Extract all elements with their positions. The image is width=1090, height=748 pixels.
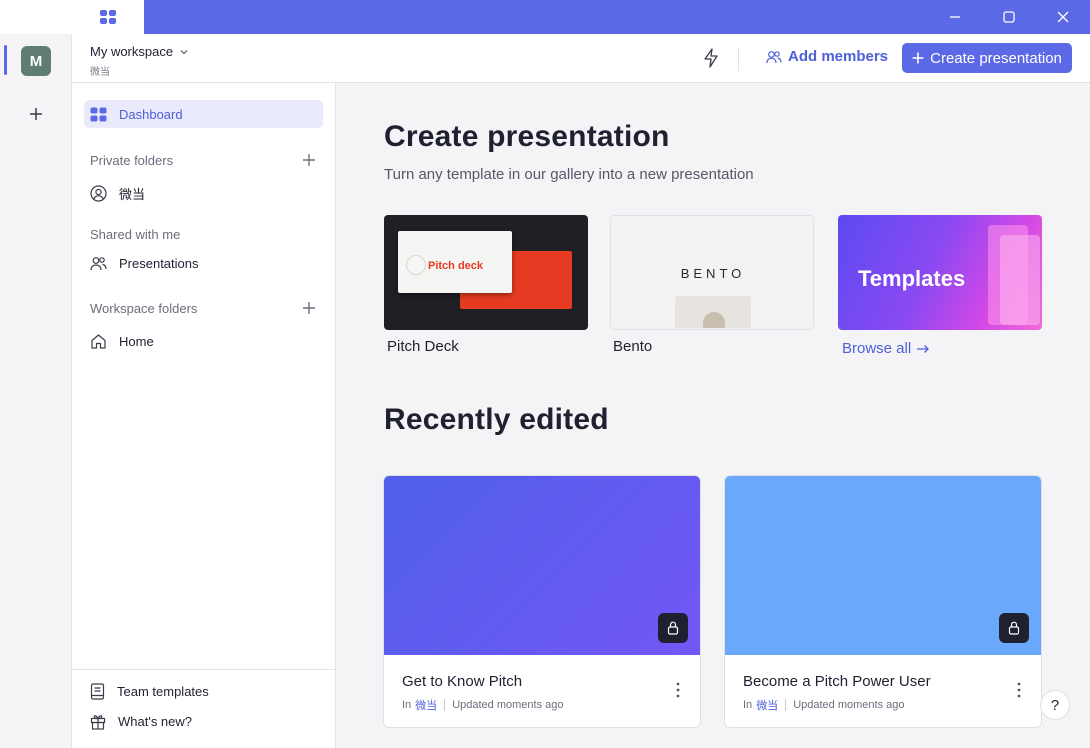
presentation-cover [384,476,700,655]
thumb-white-slide: Pitch deck [398,231,512,293]
create-presentation-label: Create presentation [930,49,1062,67]
template-book-icon [90,682,105,700]
plus-icon [912,52,924,64]
plus-icon [30,108,42,120]
browse-all-link[interactable]: Browse all [842,340,930,357]
sidebar-item-whats-new[interactable]: What's new? [84,707,323,735]
browse-all-label: Browse all [842,340,912,357]
thumb-decoration [703,312,725,328]
sidebar-divider [72,669,335,670]
presentation-meta: In 微当 Updated moments ago [402,697,563,713]
dashboard-tab[interactable] [72,0,144,34]
template-card-pitch-deck[interactable]: Pitch deck Pitch Deck [384,215,588,355]
template-card-bento[interactable]: BENTO Bento [610,215,814,355]
workspace-switcher[interactable]: My workspace [90,44,189,59]
workspace-name: My workspace [90,44,174,59]
sidebar-item-label: 微当 [119,186,146,202]
thumb-title: Pitch deck [428,260,484,272]
recent-presentation-card[interactable]: Become a Pitch Power User In 微当 Updated … [724,475,1042,728]
user-circle-icon [90,184,107,202]
grid-icon [90,107,107,121]
template-thumbnail: Pitch deck [384,215,588,330]
minimize-icon [950,16,960,18]
add-members-button[interactable]: Add members [766,48,888,65]
main-content: Create presentation Turn any template in… [336,83,1090,748]
sidebar-item-label: Team templates [117,683,209,699]
updated-text: Updated moments ago [793,699,905,711]
create-presentation-button[interactable]: Create presentation [902,43,1072,73]
thumb-title: Templates [858,266,966,291]
users-icon [766,50,782,63]
workspace-avatar[interactable]: M [21,46,51,76]
thumb-decoration [406,255,426,275]
presentation-title: Get to Know Pitch [402,673,523,690]
template-name: Pitch Deck [387,338,459,355]
template-name: Bento [613,338,653,355]
home-icon [91,333,106,349]
close-icon [1057,11,1069,23]
sidebar-item-label: What's new? [118,713,193,729]
in-prefix: In [402,699,412,711]
lock-icon [667,621,679,635]
meta-separator [785,699,787,711]
chevron-down-icon [180,49,188,54]
more-options-icon[interactable] [1017,682,1021,698]
sidebar-item-label: Presentations [119,255,199,271]
presentation-cover [725,476,1041,655]
window-titlebar [0,0,1090,34]
sidebar: Dashboard Private folders 微当 Shared with… [72,83,336,748]
workspace-rail: M [0,34,72,748]
lock-badge [999,613,1029,643]
add-private-folder-icon[interactable] [301,152,317,168]
sidebar-item-team-templates[interactable]: Team templates [84,677,323,705]
updated-text: Updated moments ago [452,699,564,711]
workspace-header: My workspace 微当 Add members Create prese… [72,34,1090,83]
sidebar-item-dashboard[interactable]: Dashboard [84,100,323,128]
help-button[interactable]: ? [1040,690,1070,720]
titlebar-rail-area [0,0,72,34]
help-icon: ? [1050,696,1060,714]
lightning-icon[interactable] [702,48,720,68]
sidebar-item-label: Home [119,333,154,349]
users-icon [90,256,107,270]
add-members-label: Add members [788,48,889,65]
template-thumbnail: BENTO [610,215,814,330]
more-options-icon[interactable] [676,682,680,698]
add-workspace-folder-icon[interactable] [301,300,317,316]
close-button[interactable] [1036,0,1090,34]
recently-edited-heading: Recently edited [384,403,609,436]
sidebar-item-private-folder[interactable]: 微当 [84,179,323,207]
add-workspace-button[interactable] [26,104,46,124]
create-heading: Create presentation [384,120,670,153]
header-divider [738,47,739,71]
gift-icon [90,714,106,730]
presentation-title: Become a Pitch Power User [743,673,931,690]
shared-with-me-title: Shared with me [90,227,181,242]
thumb-title: BENTO [680,266,746,281]
lock-icon [1008,621,1020,635]
lock-badge [658,613,688,643]
maximize-icon [1003,11,1015,23]
minimize-button[interactable] [928,0,982,34]
grid-icon [100,10,116,24]
folder-link[interactable]: 微当 [415,697,437,713]
template-thumbnail: Templates [838,215,1042,330]
active-workspace-indicator [4,45,7,75]
in-prefix: In [743,699,753,711]
sidebar-item-presentations[interactable]: Presentations [84,249,323,277]
arrow-right-icon [917,344,930,353]
sidebar-item-home[interactable]: Home [84,327,323,355]
workspace-folders-title: Workspace folders [90,301,198,316]
sidebar-item-label: Dashboard [119,106,183,122]
presentation-meta: In 微当 Updated moments ago [743,697,904,713]
maximize-button[interactable] [982,0,1036,34]
workspace-subtitle: 微当 [90,67,110,78]
template-card-gallery[interactable]: Templates [838,215,1042,330]
private-folders-title: Private folders [90,153,174,168]
thumb-decoration [1000,235,1040,325]
recent-presentation-card[interactable]: Get to Know Pitch In 微当 Updated moments … [383,475,701,728]
create-subtitle: Turn any template in our gallery into a … [384,166,754,183]
meta-separator [444,699,446,711]
folder-link[interactable]: 微当 [756,697,778,713]
